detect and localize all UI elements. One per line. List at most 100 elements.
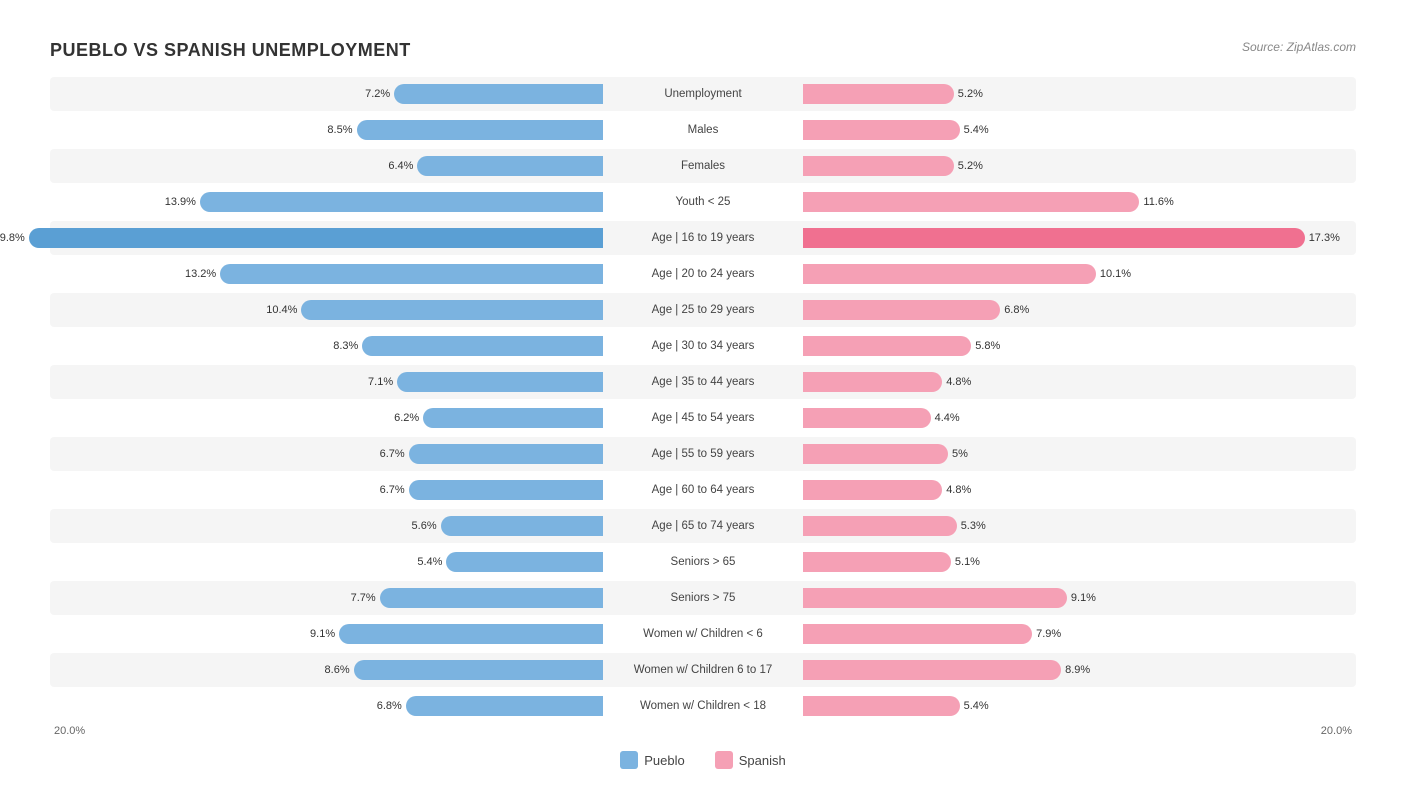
bar-val-left: 5.4% — [417, 556, 442, 568]
table-row: 6.8% Women w/ Children < 18 5.4% — [50, 689, 1356, 723]
bar-val-right: 5.3% — [961, 520, 986, 532]
bar-val-left: 6.4% — [388, 160, 413, 172]
row-label: Age | 45 to 54 years — [603, 412, 803, 424]
scale-row: 20.0% 20.0% — [50, 725, 1356, 737]
bar-right: 6.8% — [803, 300, 1000, 320]
bar-val-right: 5.2% — [958, 160, 983, 172]
table-row: 8.5% Males 5.4% — [50, 113, 1356, 147]
chart-source: Source: ZipAtlas.com — [1242, 40, 1356, 54]
row-label: Women w/ Children < 6 — [603, 628, 803, 640]
bar-left: 7.1% — [397, 372, 603, 392]
table-row: 6.4% Females 5.2% — [50, 149, 1356, 183]
table-row: 8.3% Age | 30 to 34 years 5.8% — [50, 329, 1356, 363]
bar-val-right: 5.8% — [975, 340, 1000, 352]
bar-right: 4.8% — [803, 372, 942, 392]
bar-left: 8.5% — [357, 120, 604, 140]
bar-right-section: 5.2% — [803, 77, 1356, 111]
row-label: Unemployment — [603, 88, 803, 100]
row-label: Age | 16 to 19 years — [603, 232, 803, 244]
bar-right: 5.4% — [803, 120, 960, 140]
bar-left-section: 19.8% — [50, 221, 603, 255]
bar-left-section: 8.5% — [50, 113, 603, 147]
bar-val-right: 6.8% — [1004, 304, 1029, 316]
bar-right-section: 9.1% — [803, 581, 1356, 615]
bar-val-right: 9.1% — [1071, 592, 1096, 604]
bar-left-section: 6.7% — [50, 473, 603, 507]
bar-left: 19.8% — [29, 228, 603, 248]
table-row: 5.6% Age | 65 to 74 years 5.3% — [50, 509, 1356, 543]
legend: Pueblo Spanish — [50, 751, 1356, 769]
bar-right-section: 4.8% — [803, 365, 1356, 399]
bar-val-right: 8.9% — [1065, 664, 1090, 676]
scale-right: 20.0% — [794, 725, 1356, 737]
bar-right: 7.9% — [803, 624, 1032, 644]
bar-val-left: 8.6% — [325, 664, 350, 676]
bar-right-section: 5.3% — [803, 509, 1356, 543]
bar-left: 10.4% — [301, 300, 603, 320]
table-row: 6.2% Age | 45 to 54 years 4.4% — [50, 401, 1356, 435]
bar-left-section: 5.4% — [50, 545, 603, 579]
bar-val-right: 5.1% — [955, 556, 980, 568]
bar-right-section: 5.2% — [803, 149, 1356, 183]
bar-right-section: 5.4% — [803, 689, 1356, 723]
bar-right-section: 6.8% — [803, 293, 1356, 327]
bar-right: 4.8% — [803, 480, 942, 500]
bar-right: 5% — [803, 444, 948, 464]
bar-left: 6.7% — [409, 480, 603, 500]
chart-container: PUEBLO VS SPANISH UNEMPLOYMENT Source: Z… — [20, 20, 1386, 789]
bar-right: 8.9% — [803, 660, 1061, 680]
scale-left: 20.0% — [50, 725, 612, 737]
bar-left-section: 8.3% — [50, 329, 603, 363]
table-row: 13.2% Age | 20 to 24 years 10.1% — [50, 257, 1356, 291]
row-label: Women w/ Children 6 to 17 — [603, 664, 803, 676]
bar-left-section: 6.4% — [50, 149, 603, 183]
bar-left: 6.8% — [406, 696, 603, 716]
bar-left-section: 7.1% — [50, 365, 603, 399]
bar-left: 5.6% — [441, 516, 603, 536]
bar-val-left: 13.9% — [165, 196, 196, 208]
legend-spanish: Spanish — [715, 751, 786, 769]
bar-val-left: 5.6% — [412, 520, 437, 532]
bar-right: 11.6% — [803, 192, 1139, 212]
bar-left-section: 13.9% — [50, 185, 603, 219]
bar-val-right: 5.4% — [964, 124, 989, 136]
bar-left: 6.2% — [423, 408, 603, 428]
bar-left: 13.9% — [200, 192, 603, 212]
bar-right: 5.2% — [803, 156, 954, 176]
bar-val-right: 17.3% — [1309, 232, 1340, 244]
table-row: 7.2% Unemployment 5.2% — [50, 77, 1356, 111]
bar-right-section: 5.4% — [803, 113, 1356, 147]
bar-left-section: 7.7% — [50, 581, 603, 615]
rows-container: 7.2% Unemployment 5.2% 8.5% Males 5.4% 6… — [50, 77, 1356, 723]
bar-left-section: 8.6% — [50, 653, 603, 687]
bar-left-section: 7.2% — [50, 77, 603, 111]
bar-right: 4.4% — [803, 408, 931, 428]
chart-title: PUEBLO VS SPANISH UNEMPLOYMENT — [50, 40, 1356, 61]
table-row: 9.1% Women w/ Children < 6 7.9% — [50, 617, 1356, 651]
row-label: Seniors > 65 — [603, 556, 803, 568]
bar-right: 5.4% — [803, 696, 960, 716]
row-label: Women w/ Children < 18 — [603, 700, 803, 712]
bar-left-section: 9.1% — [50, 617, 603, 651]
bar-val-right: 5.4% — [964, 700, 989, 712]
row-label: Age | 65 to 74 years — [603, 520, 803, 532]
bar-right-section: 17.3% — [803, 221, 1356, 255]
bar-right-section: 11.6% — [803, 185, 1356, 219]
bar-left: 6.4% — [417, 156, 603, 176]
bar-val-left: 6.8% — [377, 700, 402, 712]
row-label: Females — [603, 160, 803, 172]
pueblo-legend-label: Pueblo — [644, 753, 684, 768]
bar-val-right: 10.1% — [1100, 268, 1131, 280]
spanish-legend-label: Spanish — [739, 753, 786, 768]
bar-left: 8.6% — [354, 660, 603, 680]
bar-right-section: 5% — [803, 437, 1356, 471]
bar-left-section: 6.8% — [50, 689, 603, 723]
table-row: 7.7% Seniors > 75 9.1% — [50, 581, 1356, 615]
bar-left-section: 6.2% — [50, 401, 603, 435]
row-label: Youth < 25 — [603, 196, 803, 208]
table-row: 13.9% Youth < 25 11.6% — [50, 185, 1356, 219]
bar-right: 5.1% — [803, 552, 951, 572]
spanish-legend-box — [715, 751, 733, 769]
bar-right-section: 5.1% — [803, 545, 1356, 579]
bar-right: 5.8% — [803, 336, 971, 356]
